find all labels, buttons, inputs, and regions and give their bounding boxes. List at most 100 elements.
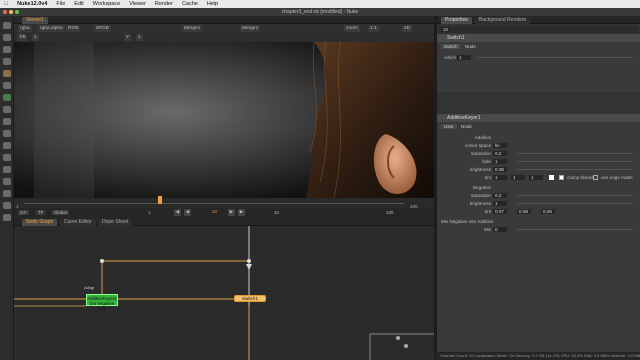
3d-tool-icon[interactable] — [3, 130, 11, 137]
color-tool-icon[interactable] — [3, 70, 11, 77]
merge-tool-icon[interactable] — [3, 106, 11, 113]
current-frame-field[interactable]: 10 — [210, 209, 219, 214]
use-edge-matte-checkbox[interactable] — [593, 175, 598, 180]
other-tool-icon[interactable] — [3, 202, 11, 209]
tint-r-field[interactable]: 1 — [493, 175, 507, 180]
playhead[interactable] — [158, 196, 162, 204]
ratio-dropdown[interactable]: 1:1 — [368, 25, 379, 32]
window-title-bar: chapter3_end.nk [modified] - Nuke — [0, 8, 640, 16]
neg-saturation-row: saturation 0.2 — [437, 192, 640, 199]
tab-switch[interactable]: Switch — [441, 44, 461, 49]
tab-background-renders[interactable]: Background Renders — [475, 17, 530, 24]
neg-saturation-field[interactable]: 0.2 — [493, 193, 507, 198]
additive-keyer-node[interactable]: AdditiveKeyer1 (no negative hue) — [86, 294, 118, 311]
views-tool-icon[interactable] — [3, 142, 11, 149]
increment-field[interactable]: 10 — [272, 210, 281, 215]
neg-brightness-field[interactable]: 1 — [493, 201, 507, 206]
view-mode-dropdown[interactable]: 2D — [402, 25, 413, 32]
tab-node-graph[interactable]: Node Graph — [22, 219, 58, 226]
neg-tint-g-field[interactable]: 0.08 — [517, 209, 531, 214]
apple-menu-icon[interactable]:  — [4, 1, 8, 7]
gamma-value[interactable]: 1 — [136, 34, 143, 41]
timeline-ruler[interactable] — [24, 198, 404, 204]
fade-slider[interactable] — [517, 161, 633, 162]
tint-g-field[interactable]: 1 — [511, 175, 525, 180]
tab-properties[interactable]: Properties — [441, 17, 472, 24]
metadata-tool-icon[interactable] — [3, 154, 11, 161]
saturation-slider[interactable] — [517, 153, 633, 154]
mix-field[interactable]: 0 — [493, 227, 507, 232]
global-dropdown[interactable]: Global — [52, 210, 69, 215]
tab-viewer1[interactable]: Viewer1 — [22, 17, 48, 24]
fps-dropdown[interactable]: 24* — [18, 210, 29, 215]
minimize-window-button[interactable] — [9, 10, 13, 14]
zoom-window-button[interactable] — [15, 10, 19, 14]
which-field[interactable]: 1 — [457, 55, 471, 60]
viewer-panel: Viewer1 rgba rgba.alpha RGB sRGB Merge1 … — [14, 16, 434, 216]
transform-tool-icon[interactable] — [3, 118, 11, 125]
playback-mode-dropdown[interactable]: TF — [36, 210, 46, 215]
neg-tint-b-field[interactable]: 0.06 — [541, 209, 555, 214]
neg-brightness-slider[interactable] — [517, 203, 633, 204]
viewer-image[interactable] — [14, 42, 434, 198]
furnace-tool-icon[interactable] — [3, 214, 11, 221]
go-to-start-button[interactable]: ◀ — [174, 209, 181, 216]
status-info-bar: Channel Count: 19 Localization Mode: On … — [436, 352, 640, 360]
properties-tab-row: Properties Background Renders — [437, 16, 640, 24]
saturation-field[interactable]: 0.2 — [493, 151, 507, 156]
menu-render[interactable]: Render — [155, 1, 173, 7]
brightness-slider[interactable] — [517, 169, 633, 170]
keyer-tool-icon[interactable] — [3, 94, 11, 101]
channels-dropdown[interactable]: rgba — [18, 25, 32, 32]
menu-edit[interactable]: Edit — [74, 1, 83, 7]
tab-curve-editor[interactable]: Curve Editor — [60, 219, 96, 226]
tab-user[interactable]: User — [441, 124, 457, 129]
additive-keyer-panel: AdditiveKeyer1 User Node Additive colour… — [437, 114, 640, 360]
deep-tool-icon[interactable] — [3, 178, 11, 185]
particles-tool-icon[interactable] — [3, 166, 11, 173]
gain-value[interactable]: 1 — [32, 34, 39, 41]
in-point-field[interactable]: 1 — [146, 210, 153, 215]
colorspace-dropdown[interactable]: sRGB — [94, 25, 111, 32]
play-forward-button[interactable]: ▶ — [228, 209, 235, 216]
input-b-dropdown[interactable]: Merge1 — [240, 25, 261, 32]
alpha-dropdown[interactable]: rgba.alpha — [38, 25, 65, 32]
menu-help[interactable]: Help — [207, 1, 218, 7]
mix-slider[interactable] — [517, 229, 633, 230]
time-tool-icon[interactable] — [3, 46, 11, 53]
app-menu[interactable]: Nuke12.0v4 — [17, 1, 47, 7]
channel-tool-icon[interactable] — [3, 58, 11, 65]
play-backward-button[interactable]: ◀ — [184, 209, 191, 216]
colour-space-dropdown[interactable]: lin — [493, 143, 507, 148]
menu-viewer[interactable]: Viewer — [129, 1, 146, 7]
neg-tint-r-field[interactable]: 0.07 — [493, 209, 507, 214]
tab-switch-node[interactable]: Node — [462, 44, 479, 49]
draw-tool-icon[interactable] — [3, 34, 11, 41]
max-panels-field[interactable]: 10 — [441, 27, 451, 32]
image-tool-icon[interactable] — [3, 22, 11, 29]
out-point-field[interactable]: 100 — [384, 210, 396, 215]
node-graph-tab-row: Node Graph Curve Editor Dope Sheet — [14, 218, 434, 226]
toolsets-tool-icon[interactable] — [3, 190, 11, 197]
tint-color-swatch[interactable] — [549, 175, 554, 180]
menu-workspace[interactable]: Workspace — [93, 1, 120, 7]
go-to-end-button[interactable]: ▶ — [238, 209, 245, 216]
node-graph-panel[interactable]: Node Graph Curve Editor Dope Sheet Addit… — [14, 218, 434, 360]
clamp-blacks-checkbox[interactable] — [559, 175, 564, 180]
filter-tool-icon[interactable] — [3, 82, 11, 89]
switch-panel: Switch1 Switch Node which 1 — [437, 34, 640, 92]
colorspace-mode-dropdown[interactable]: RGB — [66, 25, 81, 32]
input-a-dropdown[interactable]: Merge1 — [182, 25, 203, 32]
tab-additive-node[interactable]: Node — [458, 124, 475, 129]
tab-dope-sheet[interactable]: Dope Sheet — [98, 219, 133, 226]
close-window-button[interactable] — [3, 10, 7, 14]
tint-b-field[interactable]: 1 — [529, 175, 543, 180]
switch-node[interactable]: Switch1 — [234, 295, 266, 302]
fade-field[interactable]: 1 — [493, 159, 507, 164]
menu-cache[interactable]: Cache — [182, 1, 198, 7]
which-slider[interactable] — [477, 57, 633, 58]
menu-file[interactable]: File — [56, 1, 65, 7]
neg-saturation-slider[interactable] — [517, 195, 633, 196]
which-label: which — [444, 55, 456, 60]
brightness-field[interactable]: 0.38 — [493, 167, 507, 172]
